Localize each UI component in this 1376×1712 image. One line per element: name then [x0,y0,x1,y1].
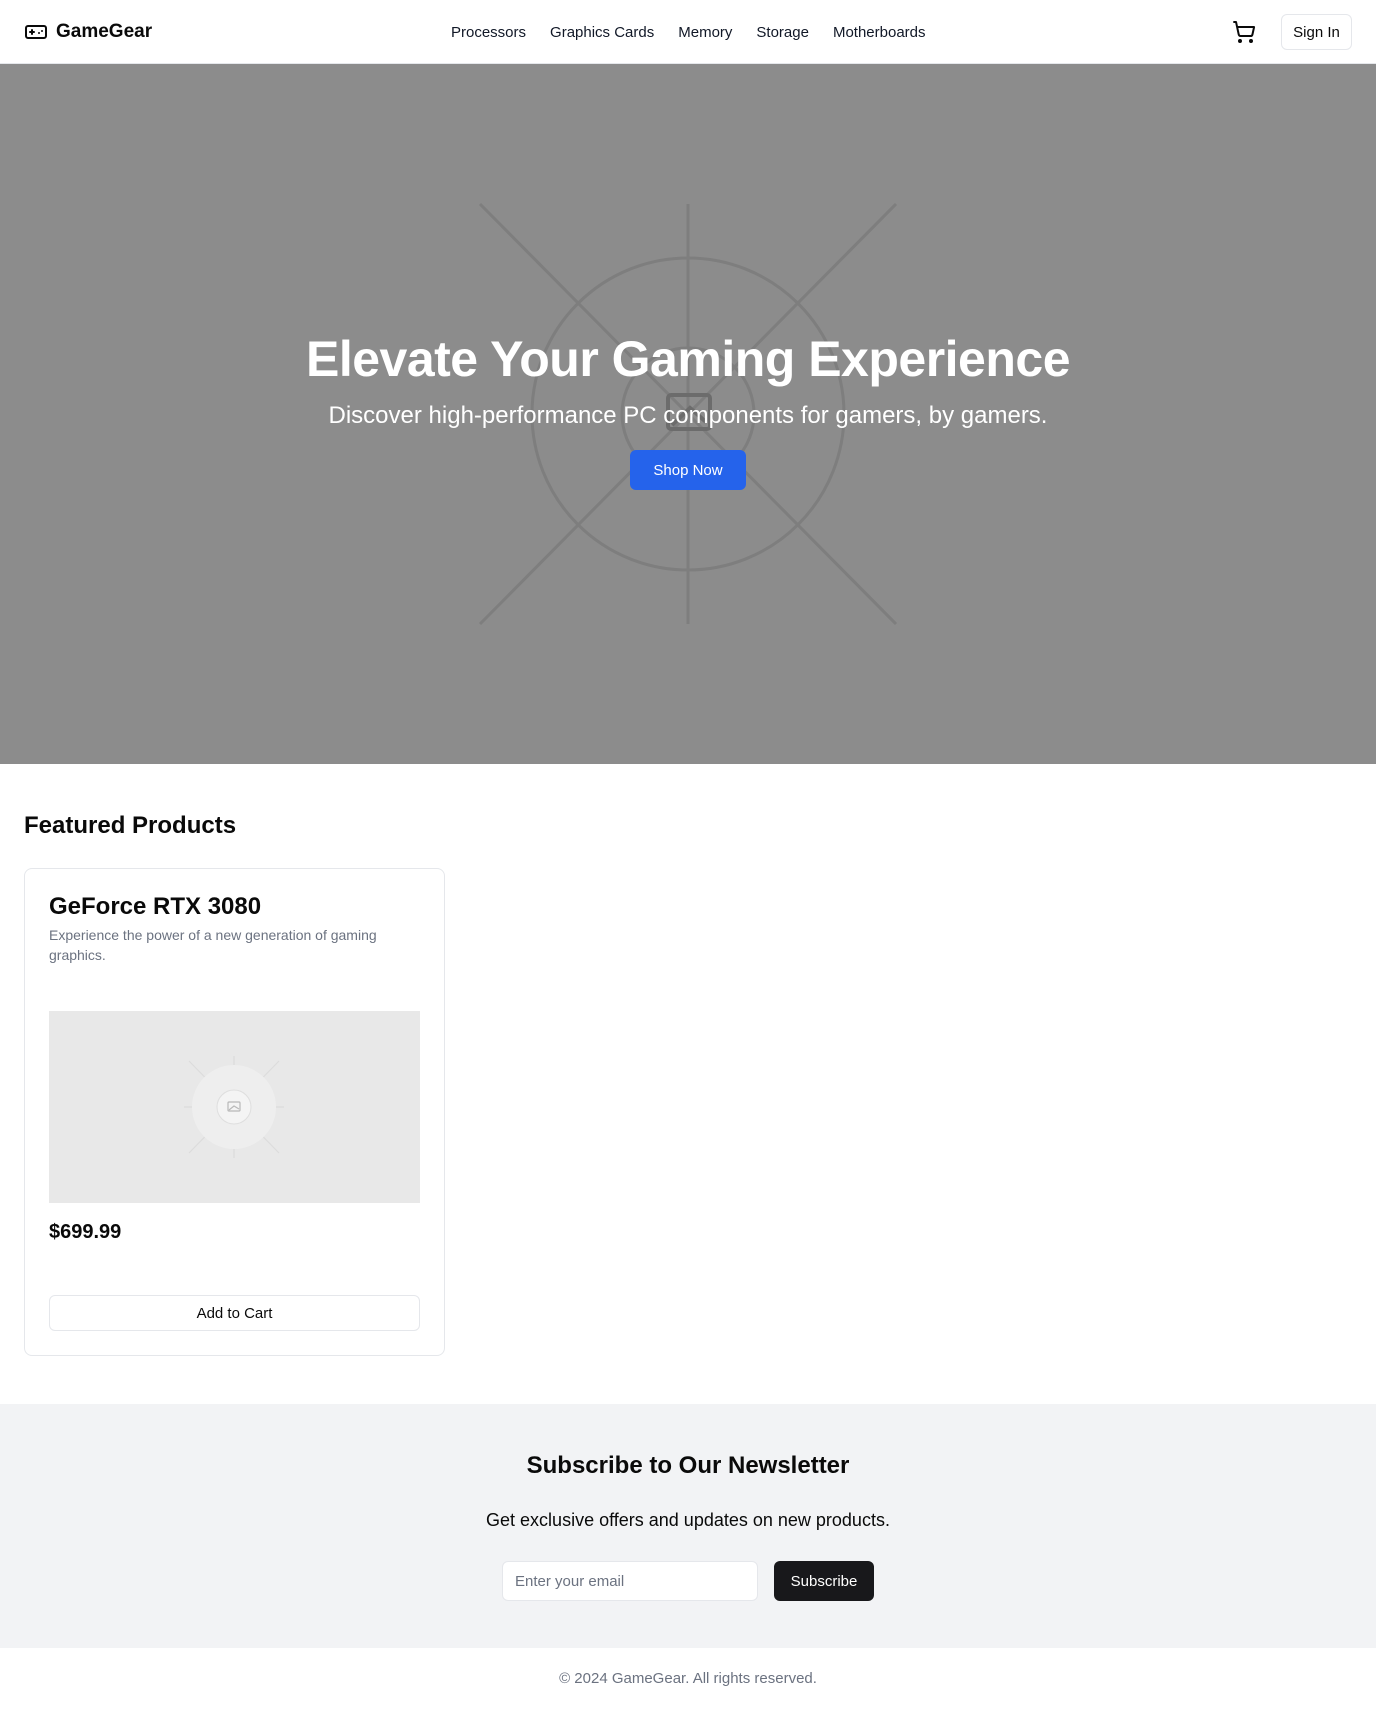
nav-link-graphics-cards[interactable]: Graphics Cards [550,24,654,41]
product-name: GeForce RTX 3080 [49,893,262,920]
product-price: $699.99 [49,1221,122,1243]
email-input[interactable] [502,1561,758,1601]
copyright-text: © 2024 GameGear. All rights reserved. [559,1670,817,1687]
brand-name: GameGear [56,21,153,42]
nav-link-storage[interactable]: Storage [756,24,809,41]
main-nav: Processors Graphics Cards Memory Storage… [451,0,926,64]
nav-link-memory[interactable]: Memory [678,24,732,41]
product-card: GeForce RTX 3080 Experience the power of… [24,868,445,1356]
hero-banner: Elevate Your Gaming Experience Discover … [0,64,1376,764]
site-footer: © 2024 GameGear. All rights reserved. [0,1648,1376,1712]
nav-link-processors[interactable]: Processors [451,24,526,41]
newsletter-title: Subscribe to Our Newsletter [526,1452,850,1479]
gamepad-icon [24,20,48,44]
site-header: GameGear Processors Graphics Cards Memor… [0,0,1376,64]
featured-products-heading: Featured Products [24,812,237,839]
subscribe-button[interactable]: Subscribe [774,1561,874,1601]
sign-in-button[interactable]: Sign In [1281,14,1352,50]
image-placeholder-icon [184,1056,284,1158]
hero-subtitle: Discover high-performance PC components … [328,402,1048,429]
brand-link[interactable]: GameGear [24,0,152,64]
nav-link-motherboards[interactable]: Motherboards [833,24,926,41]
newsletter-subtitle: Get exclusive offers and updates on new … [486,1510,890,1530]
hero-title: Elevate Your Gaming Experience [305,331,1071,387]
cart-icon[interactable] [1232,20,1256,44]
newsletter-section: Subscribe to Our Newsletter Get exclusiv… [0,1404,1376,1648]
product-description: Experience the power of a new generation… [49,927,377,963]
add-to-cart-button[interactable]: Add to Cart [49,1295,420,1331]
shop-now-button[interactable]: Shop Now [630,450,746,490]
product-image[interactable] [49,1011,420,1203]
